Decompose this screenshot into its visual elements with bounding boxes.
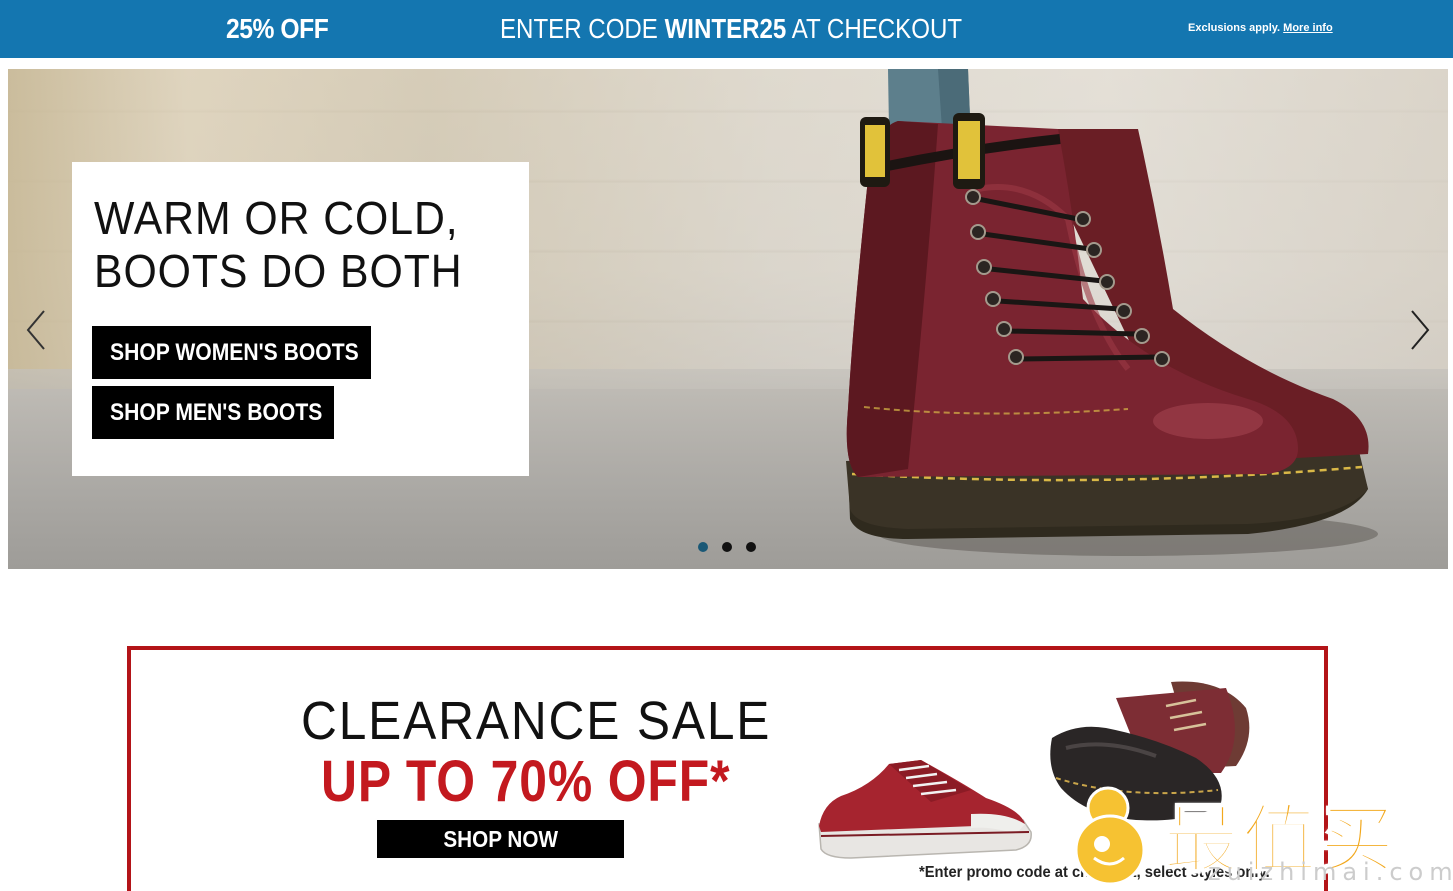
- shop-now-label: SHOP NOW: [443, 826, 558, 852]
- red-sneaker-image: [818, 760, 1032, 859]
- burgundy-boot-image: [846, 69, 1378, 556]
- promo-code-prefix: ENTER CODE: [500, 13, 658, 44]
- promo-exclusions: Exclusions apply. More info: [1188, 22, 1333, 34]
- clearance-sale-banner[interactable]: CLEARANCE SALE UP TO 70% OFF* SHOP NOW *…: [127, 646, 1328, 891]
- exclusions-text: Exclusions apply.: [1188, 22, 1281, 34]
- clearance-discount: UP TO 70% OFF*: [321, 749, 731, 814]
- more-info-link[interactable]: More info: [1283, 22, 1333, 34]
- promo-code-message: ENTER CODE WINTER25 AT CHECKOUT: [500, 13, 962, 45]
- clearance-title: CLEARANCE SALE: [301, 691, 772, 751]
- chevron-right-icon: [1411, 310, 1430, 350]
- hero-title: WARM OR COLD, BOOTS DO BOTH: [94, 192, 463, 297]
- hero-headline-card: WARM OR COLD, BOOTS DO BOTH SHOP WOMEN'S…: [72, 162, 529, 476]
- promo-code-suffix: AT CHECKOUT: [791, 13, 963, 44]
- duck-boot-image: [1050, 681, 1250, 821]
- shop-mens-boots-label: SHOP MEN'S BOOTS: [110, 399, 323, 426]
- promo-code: WINTER25: [664, 13, 787, 44]
- carousel-dot-2[interactable]: [722, 542, 732, 552]
- carousel-next-button[interactable]: [1408, 308, 1432, 352]
- shop-womens-boots-label: SHOP WOMEN'S BOOTS: [110, 339, 359, 366]
- hero-carousel: WARM OR COLD, BOOTS DO BOTH SHOP WOMEN'S…: [8, 69, 1448, 569]
- shop-now-button[interactable]: SHOP NOW: [377, 820, 624, 858]
- carousel-dot-1[interactable]: [698, 542, 708, 552]
- carousel-dot-3[interactable]: [746, 542, 756, 552]
- promo-discount: 25% OFF: [226, 13, 329, 44]
- shop-womens-boots-button[interactable]: SHOP WOMEN'S BOOTS: [92, 326, 371, 379]
- shop-mens-boots-button[interactable]: SHOP MEN'S BOOTS: [92, 386, 334, 439]
- carousel-prev-button[interactable]: [24, 308, 48, 352]
- clearance-disclaimer: *Enter promo code at checkout, select st…: [919, 864, 1270, 881]
- promo-banner: 25% OFF ENTER CODE WINTER25 AT CHECKOUT …: [0, 0, 1453, 58]
- chevron-left-icon: [26, 310, 45, 350]
